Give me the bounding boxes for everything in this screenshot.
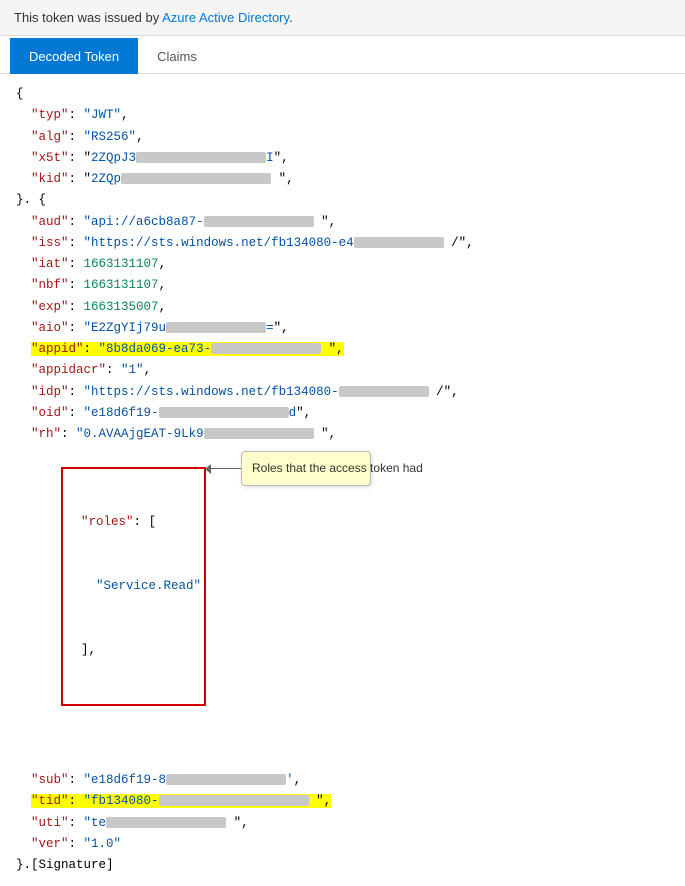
- uti-val-prefix: "te: [84, 816, 107, 830]
- uti-redacted: [106, 817, 226, 828]
- tab-claims[interactable]: Claims: [138, 38, 216, 74]
- sub-val-prefix: "e18d6f19-8: [84, 773, 167, 787]
- ver-val: "1.0": [84, 837, 122, 851]
- roles-key: "roles": [81, 515, 134, 529]
- sub-key: "sub": [31, 773, 69, 787]
- appid-key: "appid": [31, 342, 84, 356]
- roles-open: [: [149, 515, 157, 529]
- appidacr-key: "appidacr": [31, 363, 106, 377]
- x5t-val-suffix: I: [266, 151, 274, 165]
- idp-val-suffix: [429, 385, 437, 399]
- kid-val-suffix: [271, 172, 279, 186]
- close-open-brace: }. {: [16, 193, 46, 207]
- azure-ad-link[interactable]: Azure Active Directory: [162, 10, 289, 25]
- kid-key: "kid": [31, 172, 69, 186]
- alg-key: "alg": [31, 130, 69, 144]
- typ-val: "JWT": [84, 108, 122, 122]
- x5t-redacted: [136, 152, 266, 163]
- close-sig: }.[Signature]: [16, 858, 114, 872]
- iss-key: "iss": [31, 236, 69, 250]
- tid-redacted: [159, 795, 309, 806]
- x5t-key: "x5t": [31, 151, 69, 165]
- iss-redacted: [354, 237, 444, 248]
- kid-redacted: [121, 173, 271, 184]
- aio-redacted: [166, 322, 266, 333]
- tid-key: "tid": [31, 794, 69, 808]
- idp-key: "idp": [31, 385, 69, 399]
- sub-redacted: [166, 774, 286, 785]
- iat-val: 1663131107: [84, 257, 159, 271]
- roles-section: "roles": [ "Service.Read" ], Roles that …: [16, 445, 669, 770]
- idp-val-prefix: "https://sts.windows.net/fb134080-: [84, 385, 339, 399]
- nbf-key: "nbf": [31, 278, 69, 292]
- aio-val-suffix: =: [266, 321, 274, 335]
- iss-val-suffix: [444, 236, 452, 250]
- rh-key: "rh": [31, 427, 61, 441]
- tooltip-container: Roles that the access token had: [206, 451, 371, 486]
- rh-val-prefix: "0.AVAAjgEAT-9Lk9: [76, 427, 204, 441]
- iat-key: "iat": [31, 257, 69, 271]
- tid-val-prefix: "fb134080-: [84, 794, 159, 808]
- roles-close: ],: [81, 643, 96, 657]
- nbf-val: 1663131107: [84, 278, 159, 292]
- x5t-val-prefix: 2ZQpJ3: [91, 151, 136, 165]
- aud-key: "aud": [31, 215, 69, 229]
- aio-val-prefix: "E2ZgYIj79u: [84, 321, 167, 335]
- idp-redacted: [339, 386, 429, 397]
- sub-val-suffix: ': [286, 773, 294, 787]
- exp-key: "exp": [31, 300, 69, 314]
- tooltip-arrow: [206, 468, 241, 469]
- top-bar: This token was issued by Azure Active Di…: [0, 0, 685, 36]
- tid-val-suffix: [309, 794, 317, 808]
- oid-redacted: [159, 407, 289, 418]
- tab-decoded-token[interactable]: Decoded Token: [10, 38, 138, 74]
- aud-val-suffix: [314, 215, 322, 229]
- iss-val-prefix: "https://sts.windows.net/fb134080-e4: [84, 236, 354, 250]
- oid-val-prefix: "e18d6f19-: [84, 406, 159, 420]
- issuer-period: .: [289, 10, 293, 25]
- rh-redacted: [204, 428, 314, 439]
- typ-key: "typ": [31, 108, 69, 122]
- appid-redacted: [211, 343, 321, 354]
- kid-val-prefix: 2ZQp: [91, 172, 121, 186]
- appidacr-val: "1": [121, 363, 144, 377]
- token-content: { "typ": "JWT", "alg": "RS256", "x5t": "…: [0, 74, 685, 886]
- aud-redacted: [204, 216, 314, 227]
- oid-key: "oid": [31, 406, 69, 420]
- aio-key: "aio": [31, 321, 69, 335]
- appid-val-suffix: [321, 342, 329, 356]
- alg-val: "RS256": [84, 130, 137, 144]
- uti-key: "uti": [31, 816, 69, 830]
- tabs-container: Decoded Token Claims: [0, 38, 685, 74]
- roles-val: "Service.Read": [96, 579, 201, 593]
- rh-val-suffix: [314, 427, 322, 441]
- open-brace: {: [16, 87, 24, 101]
- appid-val-prefix: "8b8da069-ea73-: [99, 342, 212, 356]
- aud-val-prefix: "api://a6cb8a87-: [84, 215, 204, 229]
- tooltip-box: Roles that the access token had: [241, 451, 371, 486]
- issuer-text: This token was issued by: [14, 10, 162, 25]
- uti-val-suffix: [226, 816, 234, 830]
- ver-key: "ver": [31, 837, 69, 851]
- exp-val: 1663135007: [84, 300, 159, 314]
- oid-val-suffix: d: [289, 406, 297, 420]
